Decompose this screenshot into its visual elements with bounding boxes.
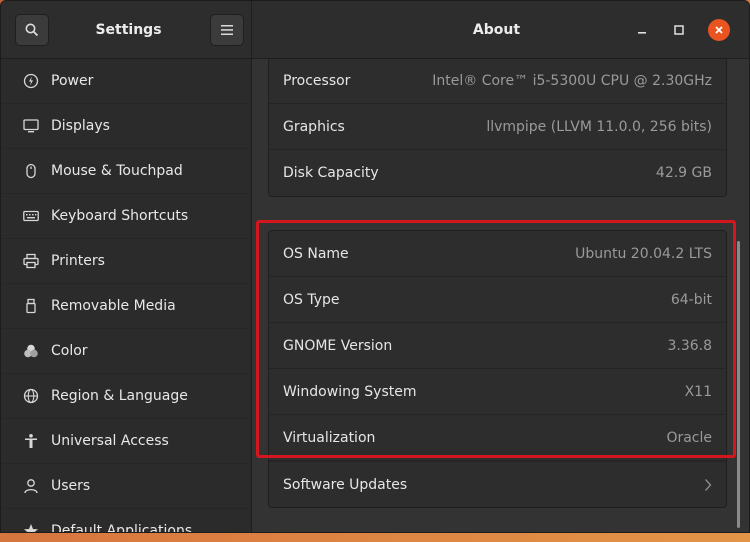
sidebar-item-label: Mouse & Touchpad [51, 163, 183, 179]
maximize-button[interactable] [667, 18, 691, 42]
about-panel: Processor Intel® Core™ i5-5300U CPU @ 2.… [252, 59, 749, 532]
graphics-row: Graphics llvmpipe (LLVM 11.0.0, 256 bits… [269, 104, 726, 150]
users-icon [23, 478, 39, 494]
processor-label: Processor [283, 72, 351, 89]
gnome-version-value: 3.36.8 [667, 337, 712, 354]
header-bar: Settings About [1, 1, 749, 59]
disk-capacity-value: 42.9 GB [655, 165, 712, 181]
display-icon [23, 118, 39, 134]
menu-button[interactable] [210, 14, 244, 46]
gnome-version-label: GNOME Version [283, 337, 393, 354]
sidebar-item-universal-access[interactable]: Universal Access [1, 419, 251, 464]
sidebar-item-label: Default Applications [51, 523, 193, 533]
sidebar-item-label: Power [51, 73, 94, 89]
os-type-value: 64-bit [670, 291, 712, 308]
search-icon [25, 23, 39, 37]
os-name-value: Ubuntu 20.04.2 LTS [575, 245, 712, 262]
settings-window: Settings About Power Displays Mouse & To… [0, 0, 750, 533]
windowing-system-value: X11 [684, 383, 712, 400]
sidebar-item-region-language[interactable]: Region & Language [1, 374, 251, 419]
sidebar-item-default-applications[interactable]: Default Applications [1, 509, 251, 533]
virtualization-row: Virtualization Oracle [269, 415, 726, 461]
sidebar-item-label: Displays [51, 118, 110, 134]
sidebar-item-displays[interactable]: Displays [1, 104, 251, 149]
sidebar-item-label: Region & Language [51, 388, 188, 404]
accessibility-icon [23, 433, 39, 449]
power-icon [23, 73, 39, 89]
mouse-icon [23, 163, 39, 179]
sidebar-item-removable-media[interactable]: Removable Media [1, 284, 251, 329]
gnome-version-row: GNOME Version 3.36.8 [269, 323, 726, 369]
hamburger-icon [221, 25, 233, 35]
sidebar-item-keyboard-shortcuts[interactable]: Keyboard Shortcuts [1, 194, 251, 239]
os-name-label: OS Name [283, 245, 349, 262]
minimize-icon [638, 32, 646, 34]
sidebar-item-label: Keyboard Shortcuts [51, 208, 189, 224]
search-button[interactable] [15, 14, 49, 46]
content-header: About [252, 1, 749, 59]
sidebar-item-users[interactable]: Users [1, 464, 251, 509]
color-icon [23, 343, 39, 359]
sidebar-item-color[interactable]: Color [1, 329, 251, 374]
graphics-label: Graphics [283, 118, 345, 135]
software-updates-label: Software Updates [283, 476, 408, 493]
disk-capacity-label: Disk Capacity [283, 165, 379, 181]
os-info-card: OS Name Ubuntu 20.04.2 LTS OS Type 64-bi… [268, 230, 727, 508]
sidebar-item-label: Removable Media [51, 298, 176, 314]
sidebar-item-printers[interactable]: Printers [1, 239, 251, 284]
os-type-row: OS Type 64-bit [269, 277, 726, 323]
sidebar-header: Settings [1, 1, 252, 59]
sidebar: Power Displays Mouse & Touchpad Keyboard… [1, 59, 252, 533]
star-icon [23, 523, 39, 532]
sidebar-item-mouse-touchpad[interactable]: Mouse & Touchpad [1, 149, 251, 194]
globe-icon [23, 388, 39, 404]
processor-row: Processor Intel® Core™ i5-5300U CPU @ 2.… [269, 59, 726, 104]
keyboard-icon [23, 208, 39, 224]
chevron-right-icon [705, 478, 712, 491]
graphics-value: llvmpipe (LLVM 11.0.0, 256 bits) [486, 118, 712, 135]
sidebar-item-label: Users [51, 478, 91, 494]
printer-icon [23, 253, 39, 269]
close-button[interactable] [708, 19, 730, 41]
minimize-button[interactable] [630, 18, 654, 42]
sidebar-item-label: Color [51, 343, 88, 359]
windowing-system-label: Windowing System [283, 383, 417, 400]
maximize-icon [674, 25, 684, 35]
processor-value: Intel® Core™ i5-5300U CPU @ 2.30GHz [432, 72, 712, 89]
usb-icon [23, 298, 39, 314]
sidebar-item-label: Universal Access [51, 433, 169, 449]
os-type-label: OS Type [283, 291, 340, 308]
virtualization-value: Oracle [666, 429, 712, 446]
scrollbar[interactable] [737, 241, 740, 528]
os-name-row: OS Name Ubuntu 20.04.2 LTS [269, 231, 726, 277]
settings-title: Settings [95, 22, 162, 38]
disk-capacity-row: Disk Capacity 42.9 GB [269, 150, 726, 196]
sidebar-item-label: Printers [51, 253, 105, 269]
virtualization-label: Virtualization [283, 429, 376, 446]
close-icon [715, 26, 723, 34]
windowing-system-row: Windowing System X11 [269, 369, 726, 415]
software-updates-row[interactable]: Software Updates [269, 461, 726, 507]
sidebar-item-power[interactable]: Power [1, 59, 251, 104]
hardware-info-card: Processor Intel® Core™ i5-5300U CPU @ 2.… [268, 59, 727, 197]
